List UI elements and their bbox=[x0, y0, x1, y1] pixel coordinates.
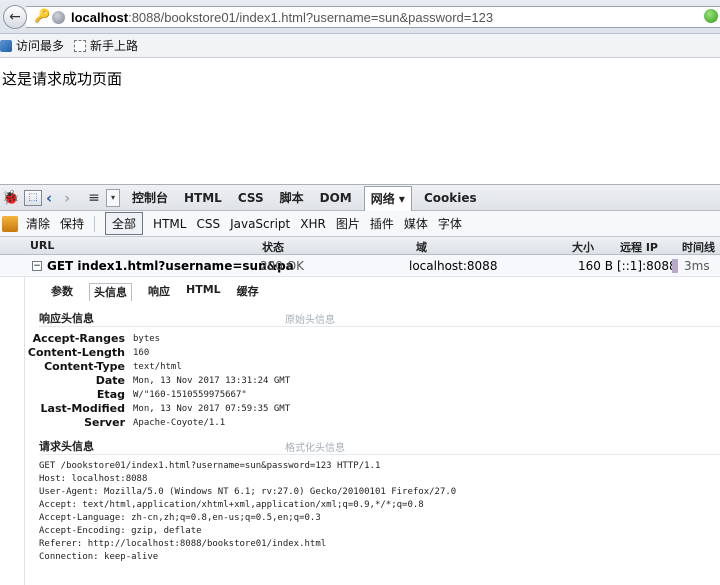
header-name: Content-Length bbox=[27, 346, 125, 359]
back-button[interactable]: ← bbox=[3, 5, 27, 29]
column-status[interactable]: 状态 bbox=[262, 239, 284, 255]
header-value: Mon, 13 Nov 2017 13:31:24 GMT bbox=[133, 376, 291, 386]
page-message: 这是请求成功页面 bbox=[2, 70, 123, 88]
firebug-toolbar: 🐞 ⬚ ‹ › ≡ ▾ 控制台 HTML CSS 脚本 DOM 网络 ▾ Coo… bbox=[0, 184, 720, 212]
url-path: :8088/bookstore01/index1.html?username=s… bbox=[128, 9, 494, 25]
filter-xhr[interactable]: XHR bbox=[300, 217, 326, 231]
request-remote-ip: [::1]:8088 bbox=[617, 259, 677, 273]
header-value: W/"160-1510559975667" bbox=[133, 390, 247, 400]
network-filter-toolbar: 清除 保持 全部 HTML CSS JavaScript XHR 图片 插件 媒… bbox=[0, 211, 720, 237]
tab-cookies[interactable]: Cookies bbox=[420, 189, 481, 207]
header-name: Accept-Ranges bbox=[32, 332, 125, 345]
url-text[interactable]: localhost:8088/bookstore01/index1.html?u… bbox=[71, 10, 493, 25]
detail-tab-html[interactable]: HTML bbox=[186, 283, 221, 301]
bookmark-most-visited[interactable]: 访问最多 bbox=[0, 37, 64, 54]
header-value: 160 bbox=[133, 348, 150, 358]
detail-tab-response[interactable]: 响应 bbox=[148, 283, 170, 301]
menu-icon[interactable]: ≡ bbox=[84, 189, 104, 207]
bookmark-label: 新手上路 bbox=[90, 39, 139, 53]
tab-script[interactable]: 脚本 bbox=[276, 187, 308, 208]
formatted-headers-link[interactable]: 格式化头信息 bbox=[285, 439, 345, 454]
column-remote-ip[interactable]: 远程 IP bbox=[620, 239, 658, 255]
inspect-icon[interactable]: ⬚ bbox=[24, 189, 42, 206]
tab-console[interactable]: 控制台 bbox=[128, 187, 172, 208]
filter-all[interactable]: 全部 bbox=[105, 212, 144, 235]
filter-fonts[interactable]: 字体 bbox=[438, 215, 462, 232]
bookmarks-toolbar: 访问最多 新手上路 bbox=[0, 34, 720, 58]
detail-tab-headers[interactable]: 头信息 bbox=[89, 283, 132, 301]
network-panel-icon bbox=[2, 215, 18, 232]
request-domain: localhost:8088 bbox=[409, 259, 498, 273]
filter-html[interactable]: HTML bbox=[153, 217, 186, 231]
collapse-icon[interactable]: − bbox=[32, 261, 42, 271]
raw-header-line: Accept-Encoding: gzip, deflate bbox=[39, 526, 202, 536]
network-table-header: URL 状态 域 大小 远程 IP 时间线 bbox=[0, 237, 720, 255]
raw-header-line: Referer: http://localhost:8088/bookstore… bbox=[39, 539, 327, 549]
tab-html[interactable]: HTML bbox=[180, 189, 226, 207]
raw-header-line: Connection: keep-alive bbox=[39, 552, 159, 562]
globe-icon bbox=[52, 10, 65, 24]
header-name: Etag bbox=[96, 388, 125, 401]
section-divider bbox=[39, 454, 720, 455]
request-size: 160 B bbox=[578, 259, 613, 273]
back-arrow-icon: ← bbox=[9, 9, 21, 25]
response-headers-title: 响应头信息 bbox=[39, 312, 94, 325]
timeline-bar bbox=[672, 259, 678, 273]
clear-button[interactable]: 清除 bbox=[26, 215, 50, 232]
request-status: 200 OK bbox=[260, 259, 305, 273]
go-icon[interactable] bbox=[704, 9, 718, 23]
detail-tab-params[interactable]: 参数 bbox=[51, 283, 73, 301]
persist-button[interactable]: 保持 bbox=[60, 215, 84, 232]
raw-header-line: Accept: text/html,application/xhtml+xml,… bbox=[39, 500, 424, 510]
request-headers-title: 请求头信息 bbox=[39, 440, 94, 453]
url-field[interactable]: 🔑 localhost:8088/bookstore01/index1.html… bbox=[26, 6, 720, 28]
bookmark-icon bbox=[0, 39, 12, 52]
filter-plugins[interactable]: 插件 bbox=[370, 215, 394, 232]
header-value: text/html bbox=[133, 362, 182, 372]
table-row[interactable]: − GET index1.html?username=sun&pa 200 OK… bbox=[0, 255, 720, 277]
bookmark-folder-icon bbox=[74, 39, 87, 52]
bookmark-getting-started[interactable]: 新手上路 bbox=[74, 37, 138, 54]
back-arrow-icon[interactable]: ‹ bbox=[46, 189, 60, 207]
filter-media[interactable]: 媒体 bbox=[404, 215, 428, 232]
filter-javascript[interactable]: JavaScript bbox=[230, 217, 290, 231]
header-value: bytes bbox=[133, 334, 161, 344]
tab-css[interactable]: CSS bbox=[234, 189, 268, 207]
raw-header-line: Accept-Language: zh-cn,zh;q=0.8,en-us;q=… bbox=[39, 513, 321, 523]
raw-header-line: User-Agent: Mozilla/5.0 (Windows NT 6.1;… bbox=[39, 487, 457, 497]
raw-headers-link[interactable]: 原始头信息 bbox=[285, 311, 335, 326]
address-bar: 🔑 localhost:8088/bookstore01/index1.html… bbox=[0, 0, 720, 34]
filter-images[interactable]: 图片 bbox=[336, 215, 360, 232]
dropdown-icon[interactable]: ▾ bbox=[106, 188, 120, 207]
request-detail-panel: 参数 头信息 响应 HTML 缓存 响应头信息 原始头信息 Accept-Ran… bbox=[24, 277, 720, 585]
header-name: Date bbox=[95, 374, 125, 387]
header-name: Server bbox=[84, 416, 125, 429]
detail-tab-cache[interactable]: 缓存 bbox=[237, 283, 259, 301]
tab-network[interactable]: 网络 ▾ bbox=[363, 185, 412, 212]
raw-header-line: Host: localhost:8088 bbox=[39, 474, 148, 484]
request-time: 3ms bbox=[684, 259, 710, 273]
column-timeline[interactable]: 时间线 bbox=[682, 239, 715, 255]
column-domain[interactable]: 域 bbox=[416, 239, 427, 255]
filter-css[interactable]: CSS bbox=[196, 217, 220, 231]
section-divider bbox=[39, 326, 720, 327]
header-value: Apache-Coyote/1.1 bbox=[133, 418, 226, 428]
column-size[interactable]: 大小 bbox=[572, 239, 594, 255]
identity-icon[interactable]: 🔑 bbox=[34, 10, 50, 24]
detail-tabs: 参数 头信息 响应 HTML 缓存 bbox=[51, 283, 275, 301]
firebug-icon[interactable]: 🐞 bbox=[2, 190, 20, 206]
header-name: Content-Type bbox=[44, 360, 125, 373]
column-url[interactable]: URL bbox=[30, 239, 54, 252]
header-value: Mon, 13 Nov 2017 07:59:35 GMT bbox=[133, 404, 291, 414]
request-url[interactable]: GET index1.html?username=sun&pa bbox=[47, 259, 294, 273]
url-host: localhost bbox=[71, 9, 129, 25]
page-content: 这是请求成功页面 bbox=[0, 58, 720, 180]
bookmark-label: 访问最多 bbox=[16, 39, 65, 53]
forward-arrow-icon[interactable]: › bbox=[64, 189, 78, 207]
tab-dom[interactable]: DOM bbox=[316, 189, 356, 207]
separator bbox=[94, 215, 96, 232]
raw-header-line: GET /bookstore01/index1.html?username=su… bbox=[39, 461, 381, 471]
header-name: Last-Modified bbox=[40, 402, 125, 415]
